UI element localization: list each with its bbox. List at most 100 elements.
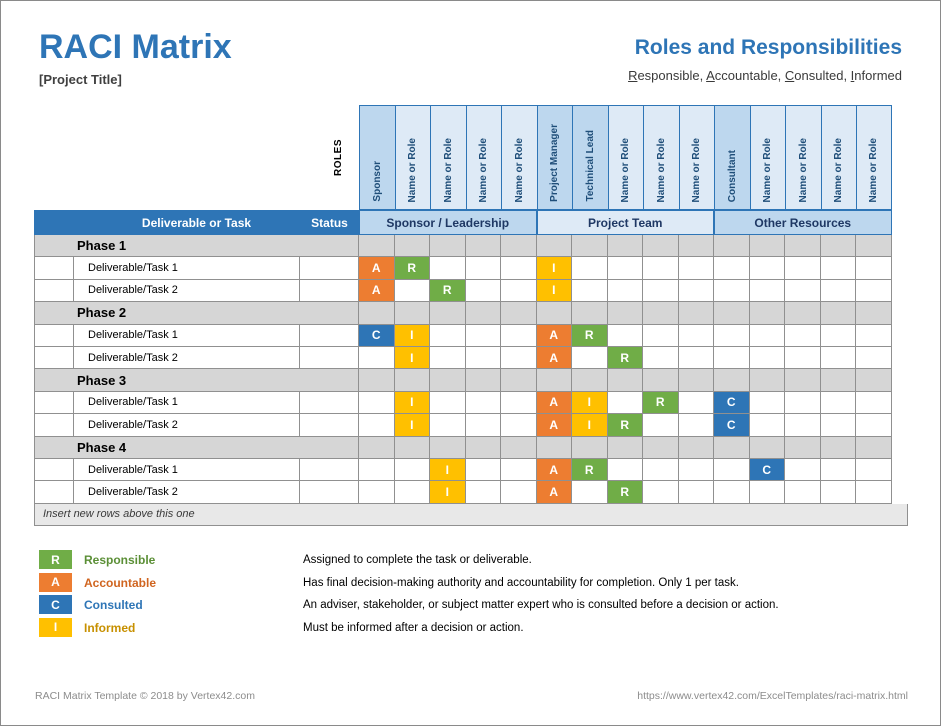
raci-cell-empty[interactable]	[501, 346, 537, 370]
raci-cell-A[interactable]: A	[536, 481, 572, 504]
role-column-header[interactable]: Sponsor	[359, 105, 395, 210]
raci-cell-R[interactable]: R	[394, 257, 430, 280]
raci-cell-R[interactable]: R	[607, 346, 643, 370]
raci-cell-empty[interactable]	[678, 279, 714, 303]
raci-cell-empty[interactable]	[430, 414, 466, 437]
raci-cell-empty[interactable]	[607, 279, 643, 303]
raci-cell-I[interactable]: I	[394, 414, 430, 437]
role-column-header[interactable]: Name or Role	[607, 105, 643, 210]
role-column-header[interactable]: Name or Role	[501, 105, 537, 210]
task-name-cell[interactable]: Deliverable/Task 1	[74, 324, 300, 347]
raci-cell-empty[interactable]	[785, 414, 821, 437]
raci-cell-empty[interactable]	[820, 324, 856, 347]
raci-cell-empty[interactable]	[785, 391, 821, 415]
raci-cell-empty[interactable]	[501, 414, 537, 437]
raci-cell-empty[interactable]	[714, 279, 750, 303]
raci-cell-empty[interactable]	[643, 414, 679, 437]
project-title[interactable]: [Project Title]	[39, 72, 232, 88]
role-column-header[interactable]: Name or Role	[430, 105, 466, 210]
raci-cell-empty[interactable]	[501, 324, 537, 347]
raci-cell-empty[interactable]	[856, 257, 892, 280]
raci-cell-empty[interactable]	[359, 481, 395, 504]
footer-url[interactable]: https://www.vertex42.com/ExcelTemplates/…	[637, 690, 908, 702]
raci-cell-A[interactable]: A	[536, 458, 572, 482]
raci-cell-empty[interactable]	[820, 391, 856, 415]
raci-cell-I[interactable]: I	[430, 458, 466, 482]
raci-cell-empty[interactable]	[820, 481, 856, 504]
row-number-cell[interactable]	[34, 391, 74, 415]
role-column-header[interactable]: Consultant	[714, 105, 750, 210]
raci-cell-empty[interactable]	[678, 458, 714, 482]
role-column-header[interactable]: Name or Role	[394, 105, 430, 210]
raci-cell-empty[interactable]	[785, 481, 821, 504]
raci-cell-empty[interactable]	[856, 391, 892, 415]
task-name-cell[interactable]: Deliverable/Task 1	[74, 458, 300, 482]
raci-cell-empty[interactable]	[572, 346, 608, 370]
raci-cell-empty[interactable]	[820, 279, 856, 303]
raci-cell-empty[interactable]	[643, 346, 679, 370]
raci-cell-empty[interactable]	[856, 481, 892, 504]
status-cell[interactable]	[300, 458, 359, 482]
raci-cell-empty[interactable]	[430, 257, 466, 280]
raci-cell-C[interactable]: C	[714, 391, 750, 415]
phase-label-cell[interactable]: Phase 1	[34, 235, 359, 258]
raci-cell-empty[interactable]	[430, 391, 466, 415]
raci-cell-empty[interactable]	[678, 346, 714, 370]
raci-cell-empty[interactable]	[714, 324, 750, 347]
raci-cell-empty[interactable]	[749, 391, 785, 415]
task-name-cell[interactable]: Deliverable/Task 2	[74, 346, 300, 370]
raci-cell-I[interactable]: I	[536, 279, 572, 303]
raci-cell-empty[interactable]	[749, 279, 785, 303]
task-name-cell[interactable]: Deliverable/Task 2	[74, 414, 300, 437]
raci-cell-R[interactable]: R	[607, 414, 643, 437]
raci-cell-empty[interactable]	[643, 458, 679, 482]
row-number-cell[interactable]	[34, 324, 74, 347]
raci-cell-empty[interactable]	[714, 458, 750, 482]
status-cell[interactable]	[300, 279, 359, 303]
task-name-cell[interactable]: Deliverable/Task 1	[74, 391, 300, 415]
status-cell[interactable]	[300, 346, 359, 370]
raci-cell-empty[interactable]	[501, 391, 537, 415]
raci-cell-A[interactable]: A	[536, 346, 572, 370]
raci-cell-empty[interactable]	[501, 257, 537, 280]
raci-cell-empty[interactable]	[820, 257, 856, 280]
raci-cell-empty[interactable]	[785, 458, 821, 482]
raci-cell-empty[interactable]	[749, 324, 785, 347]
raci-cell-empty[interactable]	[465, 257, 501, 280]
raci-cell-empty[interactable]	[643, 481, 679, 504]
role-column-header[interactable]: Project Manager	[536, 105, 572, 210]
raci-cell-empty[interactable]	[785, 257, 821, 280]
raci-cell-empty[interactable]	[359, 458, 395, 482]
raci-cell-empty[interactable]	[501, 279, 537, 303]
raci-cell-empty[interactable]	[607, 257, 643, 280]
role-column-header[interactable]: Technical Lead	[572, 105, 608, 210]
raci-cell-empty[interactable]	[714, 346, 750, 370]
raci-cell-empty[interactable]	[820, 346, 856, 370]
status-cell[interactable]	[300, 324, 359, 347]
raci-cell-empty[interactable]	[501, 481, 537, 504]
raci-cell-C[interactable]: C	[359, 324, 395, 347]
row-number-cell[interactable]	[34, 481, 74, 504]
raci-cell-empty[interactable]	[394, 279, 430, 303]
role-column-header[interactable]: Name or Role	[820, 105, 856, 210]
raci-cell-A[interactable]: A	[359, 279, 395, 303]
raci-cell-C[interactable]: C	[749, 458, 785, 482]
raci-cell-empty[interactable]	[749, 481, 785, 504]
raci-cell-A[interactable]: A	[359, 257, 395, 280]
status-cell[interactable]	[300, 414, 359, 437]
role-column-header[interactable]: Name or Role	[465, 105, 501, 210]
raci-cell-empty[interactable]	[714, 257, 750, 280]
task-name-cell[interactable]: Deliverable/Task 2	[74, 279, 300, 303]
row-number-cell[interactable]	[34, 279, 74, 303]
raci-cell-empty[interactable]	[678, 324, 714, 347]
raci-cell-empty[interactable]	[359, 391, 395, 415]
raci-cell-empty[interactable]	[465, 346, 501, 370]
row-number-cell[interactable]	[34, 346, 74, 370]
role-column-header[interactable]: Name or Role	[856, 105, 892, 210]
raci-cell-empty[interactable]	[607, 391, 643, 415]
role-column-header[interactable]: Name or Role	[643, 105, 679, 210]
raci-cell-empty[interactable]	[856, 458, 892, 482]
raci-cell-empty[interactable]	[430, 324, 466, 347]
raci-cell-empty[interactable]	[856, 346, 892, 370]
raci-cell-empty[interactable]	[749, 346, 785, 370]
